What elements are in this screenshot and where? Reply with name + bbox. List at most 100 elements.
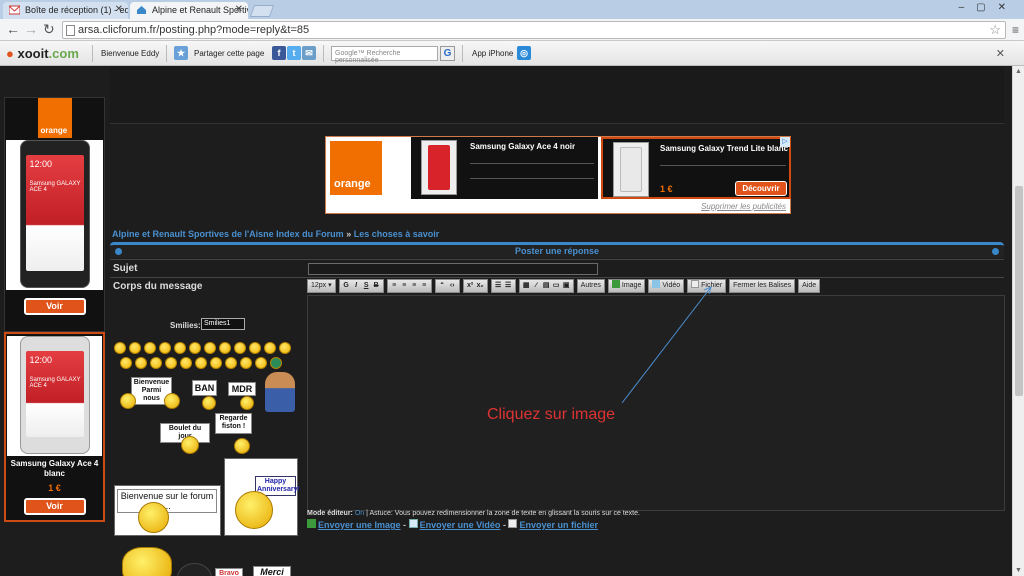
new-tab-button[interactable]: [249, 5, 275, 17]
smiley-icon[interactable]: [189, 342, 201, 354]
back-arrow-icon[interactable]: ←: [6, 21, 20, 37]
banner-item-1[interactable]: Samsung Galaxy Ace 4 noir: [411, 137, 598, 199]
smilies-select[interactable]: Smilies1: [201, 318, 245, 330]
bullet-icon: [115, 248, 122, 255]
xooit-logo[interactable]: ● xooit.com: [6, 46, 79, 61]
script-buttons[interactable]: x² x₂: [462, 279, 488, 293]
page-scrollbar[interactable]: ▲ ▼: [1012, 66, 1024, 576]
close-tags-button[interactable]: Fermer les Balises: [729, 279, 796, 293]
list-buttons[interactable]: ☰ ☰: [490, 279, 516, 293]
smiley-face[interactable]: [120, 393, 136, 409]
remove-ads-link[interactable]: Supprimer les publicités: [701, 202, 786, 211]
smiley-icon[interactable]: [165, 357, 177, 369]
forward-arrow-icon[interactable]: →: [24, 21, 38, 37]
send-video-link[interactable]: Envoyer une Vidéo: [420, 520, 501, 530]
form-header: Poster une réponse: [110, 242, 1004, 258]
insert-buttons[interactable]: ▦ ∕ ▤ ▭ ▣: [518, 279, 574, 293]
smiley-icon[interactable]: [144, 342, 156, 354]
welcome-forum-image[interactable]: Bienvenue sur le forum ...: [114, 485, 221, 536]
menu-icon[interactable]: ≡: [1012, 23, 1019, 37]
smiley-icon[interactable]: [225, 357, 237, 369]
tab-gmail[interactable]: Boîte de réception (1) - ed ✕: [3, 2, 128, 19]
smiley-icon[interactable]: [219, 342, 231, 354]
smiley-icon[interactable]: [255, 357, 267, 369]
align-buttons[interactable]: ≡ ≡ ≡ ≡: [386, 279, 432, 293]
left-ad-2[interactable]: 12:00 Samsung GALAXY ACE 4 Samsung Galax…: [4, 332, 105, 522]
sticker-mdr[interactable]: MDR: [228, 382, 256, 396]
send-image-link[interactable]: Envoyer une Image: [318, 520, 401, 530]
phone-image: 12:00 Samsung GALAXY ACE 4: [19, 336, 90, 454]
sticker-ban[interactable]: BAN: [192, 380, 217, 396]
character-image[interactable]: [177, 563, 212, 576]
window-controls[interactable]: –▢✕: [959, 2, 1018, 13]
twitter-icon[interactable]: t: [287, 46, 301, 60]
voir-button[interactable]: Voir: [23, 298, 86, 315]
app-iphone-link[interactable]: App iPhone: [472, 49, 513, 58]
smiley-face[interactable]: [164, 393, 180, 409]
character-image[interactable]: [265, 372, 295, 412]
smiley-face[interactable]: [234, 438, 250, 454]
subject-label: Sujet: [113, 263, 138, 274]
smiley-icon[interactable]: [129, 342, 141, 354]
close-icon[interactable]: ✕: [996, 47, 1005, 60]
tab-forum[interactable]: Alpine et Renault Sportive ✕: [130, 2, 248, 19]
smiley-icon[interactable]: [150, 357, 162, 369]
subject-input[interactable]: [308, 263, 598, 275]
smiley-icon[interactable]: [210, 357, 222, 369]
editor-mode-toggle[interactable]: On: [355, 510, 364, 517]
google-search-input[interactable]: Google™ Recherche personnalisée: [331, 46, 438, 64]
smiley-face[interactable]: [240, 396, 254, 410]
reload-icon[interactable]: ↻: [43, 21, 55, 38]
sticker-regarde[interactable]: Regarde fiston !: [215, 413, 252, 434]
share-icon[interactable]: ★: [174, 46, 188, 60]
smiley-icon[interactable]: [174, 342, 186, 354]
smiley-icon[interactable]: [240, 357, 252, 369]
facebook-icon[interactable]: f: [272, 46, 286, 60]
help-button[interactable]: Aide: [798, 279, 821, 293]
scroll-thumb[interactable]: [1015, 186, 1023, 396]
phone-image: 12:00 Samsung GALAXY ACE 4: [19, 140, 90, 288]
smiley-icon[interactable]: [249, 342, 261, 354]
scroll-down-arrow-icon[interactable]: ▼: [1015, 567, 1022, 574]
app-icon[interactable]: ◎: [517, 46, 531, 60]
smiley-icon[interactable]: [264, 342, 276, 354]
smiley-icon[interactable]: [204, 342, 216, 354]
smiley-icon[interactable]: [270, 357, 282, 369]
voir-button[interactable]: Voir: [23, 498, 86, 515]
anniversary-image[interactable]: Happy Anniversary!: [224, 458, 300, 536]
left-ad-1[interactable]: orange 12:00 Samsung GALAXY ACE 4 Voir: [4, 97, 105, 332]
google-search-button[interactable]: G: [440, 46, 455, 61]
scroll-up-arrow-icon[interactable]: ▲: [1015, 68, 1022, 75]
smiley-icon[interactable]: [180, 357, 192, 369]
smiley-icon[interactable]: [120, 357, 132, 369]
smiley-face[interactable]: [181, 436, 199, 454]
send-file-link[interactable]: Envoyer un fichier: [519, 520, 598, 530]
sticker-merci[interactable]: Merci: [253, 566, 291, 576]
beer-smiley-image[interactable]: [122, 547, 172, 576]
email-icon[interactable]: ✉: [302, 46, 316, 60]
breadcrumb-section[interactable]: Les choses à savoir: [354, 229, 440, 239]
breadcrumb-forum[interactable]: Alpine et Renault Sportives de l'Aisne I…: [112, 229, 344, 239]
font-size-select[interactable]: 12px ▾: [307, 279, 336, 293]
smiley-icon[interactable]: [135, 357, 147, 369]
smiley-icon[interactable]: [279, 342, 291, 354]
decouvrir-button[interactable]: Découvrir: [735, 181, 787, 196]
smiley-face[interactable]: [202, 396, 216, 410]
smiley-icon[interactable]: [159, 342, 171, 354]
banner-item-2[interactable]: Samsung Galaxy Trend Lite blanc 1 € Déco…: [601, 137, 791, 199]
close-icon[interactable]: ✕: [235, 4, 243, 15]
bookmark-star-icon[interactable]: ☆: [989, 22, 1001, 38]
url-input[interactable]: arsa.clicforum.fr/posting.php?mode=reply…: [62, 21, 1006, 39]
top-banner-ad[interactable]: orange Samsung Galaxy Ace 4 noir Samsung…: [325, 136, 791, 214]
smiley-icon[interactable]: [195, 357, 207, 369]
quote-code-buttons[interactable]: “‹›: [434, 279, 460, 293]
text-style-buttons[interactable]: GISB: [338, 279, 384, 293]
adchoices-icon[interactable]: ▷: [780, 137, 790, 147]
smiley-icon[interactable]: [234, 342, 246, 354]
smiley-icon[interactable]: [114, 342, 126, 354]
page-icon: [66, 25, 75, 36]
close-icon[interactable]: ✕: [115, 4, 123, 15]
share-link[interactable]: Partager cette page: [194, 49, 264, 58]
sticker-bravo[interactable]: Bravo: [215, 568, 243, 576]
phone-image-wrap: 12:00 Samsung GALAXY ACE 4: [6, 140, 103, 290]
